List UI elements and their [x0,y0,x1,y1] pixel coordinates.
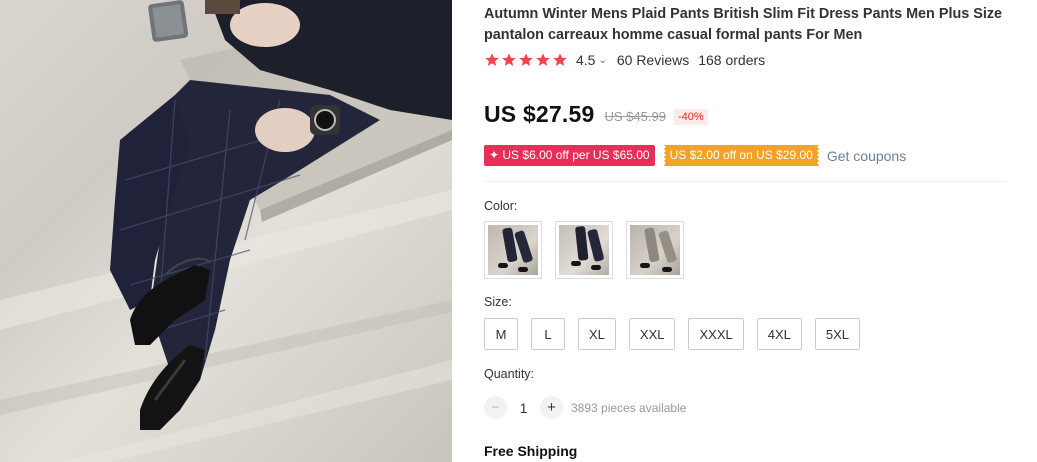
size-options: M L XL XXL XXXL 4XL 5XL [484,318,861,350]
quantity-stepper: − 1 + 3893 pieces available [484,396,686,419]
orders-count: 168 orders [698,52,766,68]
chevron-down-icon[interactable]: ⌄ [598,55,606,66]
original-price: US $45.99 [604,109,666,124]
reviews-count[interactable]: 60 Reviews [617,52,689,68]
color-option-1[interactable] [484,221,542,279]
star-icon [553,53,567,66]
get-coupons-link[interactable]: Get coupons [827,148,906,164]
price-block: US $27.59 US $45.99 -40% [484,101,708,128]
size-option-4xl[interactable]: 4XL [756,318,802,350]
product-title: Autumn Winter Mens Plaid Pants British S… [484,6,1003,43]
rating-score[interactable]: 4.5 [576,52,595,68]
size-label: Size: [484,295,512,309]
star-icon [519,53,533,66]
seller-coupon[interactable]: US $2.00 off on US $29.00 [661,145,822,166]
color-option-2[interactable] [555,221,613,279]
current-price: US $27.59 [484,101,595,127]
quantity-input[interactable]: 1 [507,400,540,416]
shipping-info: Free Shipping [484,443,578,459]
size-option-5xl[interactable]: 5XL [814,318,861,350]
stock-available: 3893 pieces available [571,400,687,415]
product-photo-illustration [0,0,452,462]
color-swatches [484,221,684,279]
color-thumbnail [488,225,538,275]
color-thumbnail [559,225,609,275]
color-label: Color: [484,199,518,213]
rating-summary: 4.5 ⌄ 60 Reviews 168 orders [484,51,765,69]
quantity-label: Quantity: [484,367,535,381]
size-option-xl[interactable]: XL [578,318,616,350]
star-icon [485,53,499,66]
store-coupon[interactable]: ✦ US $6.00 off per US $65.00 [484,145,655,166]
color-option-3[interactable] [626,221,684,279]
color-thumbnail [630,225,680,275]
size-option-l[interactable]: L [531,318,565,350]
star-rating [484,52,568,68]
star-icon [502,53,516,66]
minus-icon[interactable]: − [484,396,507,419]
divider [484,181,1006,182]
size-option-m[interactable]: M [484,318,518,350]
plus-icon[interactable]: + [540,396,563,419]
coupon-row: ✦ US $6.00 off per US $65.00 US $2.00 of… [484,145,906,166]
star-icon [536,53,550,66]
discount-badge: -40% [673,108,708,125]
size-option-xxl[interactable]: XXL [628,318,676,350]
product-main-image[interactable] [0,0,452,462]
size-option-xxxl[interactable]: XXXL [688,318,744,350]
